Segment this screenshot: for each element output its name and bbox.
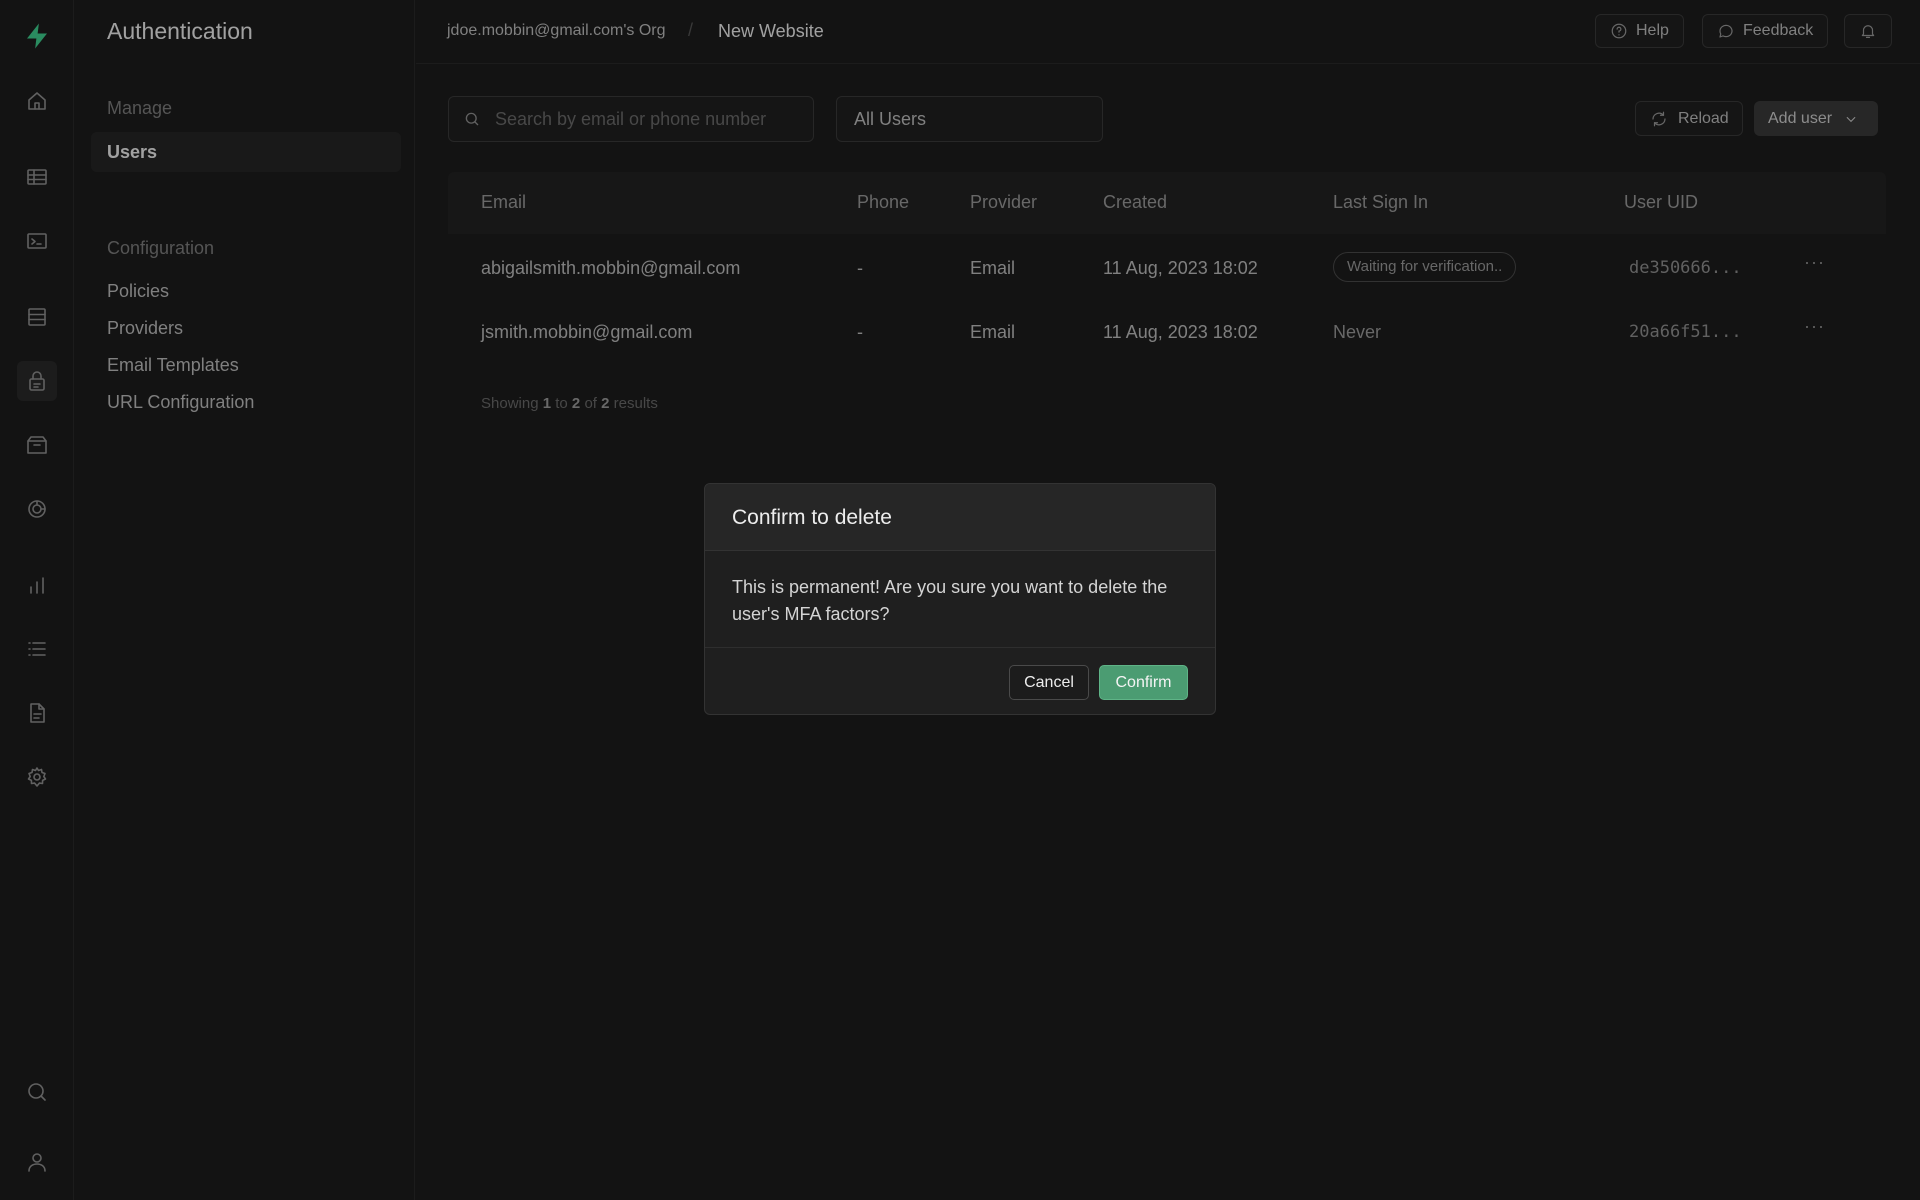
confirm-button[interactable]: Confirm (1099, 665, 1188, 700)
dialog-header: Confirm to delete (705, 484, 1215, 551)
confirm-delete-dialog: Confirm to delete This is permanent! Are… (704, 483, 1216, 715)
dialog-message: This is permanent! Are you sure you want… (705, 551, 1215, 648)
cancel-button[interactable]: Cancel (1009, 665, 1089, 700)
dialog-footer: Cancel Confirm (705, 648, 1215, 714)
dialog-title: Confirm to delete (732, 506, 892, 529)
